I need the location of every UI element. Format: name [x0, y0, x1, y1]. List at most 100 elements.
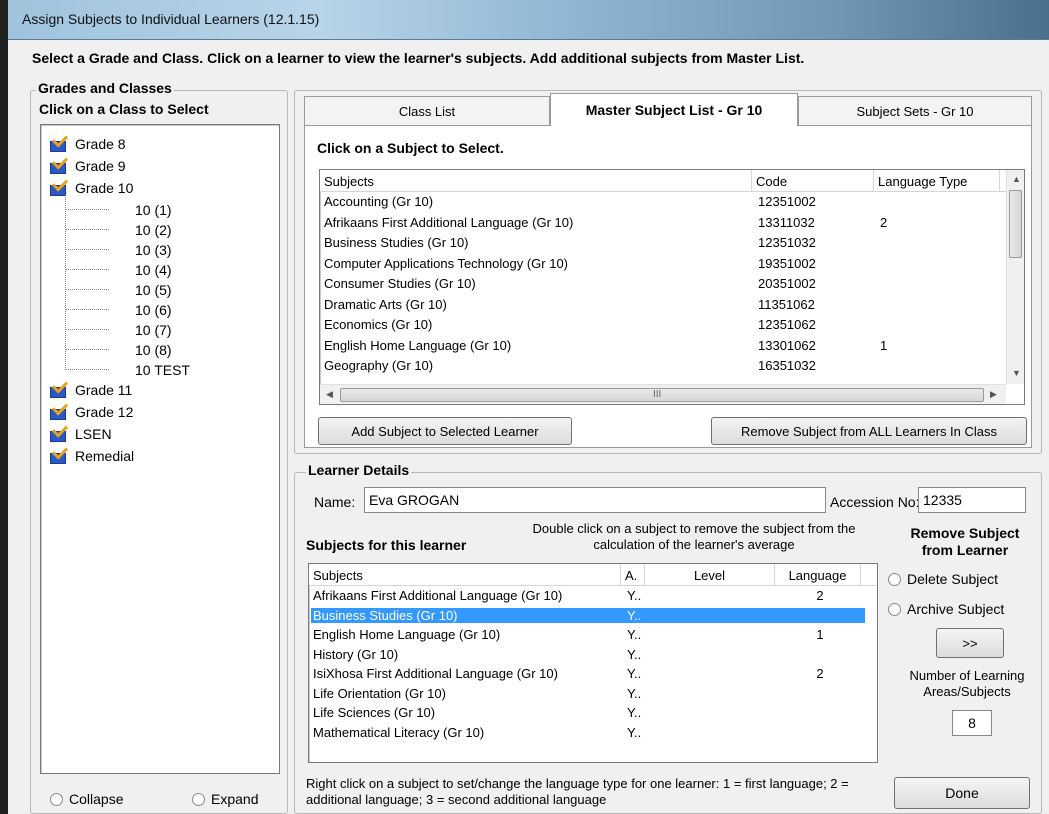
tree-item-10-4[interactable]: 10 (4): [41, 259, 172, 281]
learner-subject-row[interactable]: History (Gr 10) Y..: [311, 647, 865, 662]
vertical-scroll-thumb[interactable]: [1009, 190, 1022, 258]
master-subject-row[interactable]: Afrikaans First Additional Language (Gr …: [322, 215, 1002, 230]
tree-item-10-6[interactable]: 10 (6): [41, 299, 172, 321]
col-subjects[interactable]: Subjects: [320, 170, 752, 192]
tree-item-10-1[interactable]: 10 (1): [41, 199, 172, 221]
scroll-left-arrow[interactable]: ◀: [326, 389, 333, 400]
master-subject-row[interactable]: Computer Applications Technology (Gr 10)…: [322, 256, 1002, 271]
tree-item-grade-8[interactable]: Grade 8: [49, 131, 126, 155]
done-button[interactable]: Done: [894, 777, 1030, 809]
learner-subjects-listview[interactable]: Subjects A. Level Language Afrikaans Fir…: [308, 563, 878, 763]
expand-radio-circle[interactable]: [192, 792, 205, 806]
tab-subject-sets[interactable]: Subject Sets - Gr 10: [798, 96, 1032, 126]
learner-subject-row[interactable]: Mathematical Literacy (Gr 10) Y..: [311, 725, 865, 740]
language-footnote: Right click on a subject to set/change t…: [306, 776, 849, 807]
col-level[interactable]: Level: [645, 564, 775, 586]
expand-radio[interactable]: Expand: [192, 791, 258, 807]
tree-item-label: 10 (1): [135, 202, 172, 218]
master-subject-row[interactable]: Business Studies (Gr 10) 12351032: [322, 235, 1002, 250]
apply-remove-button[interactable]: >>: [936, 628, 1004, 658]
tree-item-remedial[interactable]: Remedial: [49, 443, 134, 467]
tree-item-grade-9[interactable]: Grade 9: [49, 153, 126, 177]
learner-subject-cell: Afrikaans First Additional Language (Gr …: [313, 588, 563, 603]
add-subject-button[interactable]: Add Subject to Selected Learner: [318, 417, 572, 445]
col-code[interactable]: Code: [752, 170, 874, 192]
learner-subject-row[interactable]: Life Orientation (Gr 10) Y..: [311, 686, 865, 701]
learner-subject-cell: Life Orientation (Gr 10): [313, 685, 446, 701]
language-cell: [777, 705, 863, 720]
learner-subject-row[interactable]: English Home Language (Gr 10) Y.. 1: [311, 627, 865, 642]
language-type-cell: [876, 235, 1002, 250]
tab-subject-sets-label: Subject Sets - Gr 10: [856, 104, 974, 119]
tree-item-10-7[interactable]: 10 (7): [41, 319, 172, 341]
col-language[interactable]: Language: [775, 564, 861, 586]
window-title: Assign Subjects to Individual Learners (…: [22, 11, 320, 27]
tree-item-10-5[interactable]: 10 (5): [41, 279, 172, 301]
col-level-label: Level: [693, 567, 726, 583]
master-subject-row[interactable]: Economics (Gr 10) 12351062: [322, 317, 1002, 332]
master-horizontal-scrollbar[interactable]: ◀ III ▶: [320, 384, 1006, 404]
scroll-up-arrow[interactable]: ▲: [1012, 174, 1021, 184]
class-checkbook-icon: [49, 443, 69, 465]
learner-name-field[interactable]: Eva GROGAN: [364, 487, 826, 513]
master-subject-row[interactable]: Consumer Studies (Gr 10) 20351002: [322, 276, 1002, 291]
tree-item-grade-10[interactable]: Grade 10: [49, 175, 133, 199]
col-language-type[interactable]: Language Type: [874, 170, 1000, 192]
master-subject-row[interactable]: Accounting (Gr 10) 12351002: [322, 194, 1002, 209]
master-vertical-scrollbar[interactable]: ▲ ▼: [1006, 170, 1024, 384]
class-checkbook-icon: [49, 153, 69, 175]
accession-label: Accession No:: [830, 494, 920, 510]
learner-subject-row[interactable]: Afrikaans First Additional Language (Gr …: [311, 588, 865, 603]
scroll-down-arrow[interactable]: ▼: [1012, 368, 1021, 378]
tree-item-lsen[interactable]: LSEN: [49, 421, 112, 445]
app-window: Assign Subjects to Individual Learners (…: [8, 0, 1049, 814]
learner-subject-row[interactable]: Life Sciences (Gr 10) Y..: [311, 705, 865, 720]
tree-item-label: Grade 12: [75, 404, 134, 420]
language-cell: [777, 686, 863, 701]
language-type-cell: [876, 256, 1002, 271]
tree-connector: [65, 362, 109, 370]
grades-legend: Grades and Classes: [36, 80, 174, 96]
learner-subject-row[interactable]: IsiXhosa First Additional Language (Gr 1…: [311, 666, 865, 681]
tree-item-10-test[interactable]: 10 TEST: [41, 359, 190, 381]
master-subject-listview[interactable]: Subjects Code Language Type Accounting (…: [319, 169, 1025, 405]
scroll-right-arrow[interactable]: ▶: [990, 389, 997, 400]
tab-master-subject-list[interactable]: Master Subject List - Gr 10: [550, 93, 798, 126]
master-subject-row[interactable]: Dramatic Arts (Gr 10) 11351062: [322, 297, 1002, 312]
learner-subject-row[interactable]: Business Studies (Gr 10) Y..: [311, 607, 865, 623]
delete-subject-radio[interactable]: Delete Subject: [888, 571, 998, 587]
tree-item-10-8[interactable]: 10 (8): [41, 339, 172, 361]
tree-connector: [65, 302, 109, 310]
delete-subject-radio-circle[interactable]: [888, 572, 901, 586]
learner-subject-cell: History (Gr 10): [313, 646, 399, 662]
tree-connector: [65, 262, 109, 270]
tree-connector: [65, 322, 109, 330]
learner-subject-cell: IsiXhosa First Additional Language (Gr 1…: [313, 666, 558, 681]
archive-subject-radio-circle[interactable]: [888, 602, 901, 616]
tab-class-list[interactable]: Class List: [304, 96, 550, 126]
grade-class-tree[interactable]: Grade 8 Grade 9 Grade 10 10 (1) 10 (2) 10 (3)…: [40, 124, 280, 774]
remove-subject-all-button[interactable]: Remove Subject from ALL Learners In Clas…: [711, 417, 1027, 445]
tree-item-10-2[interactable]: 10 (2): [41, 219, 172, 241]
tree-connector: [65, 342, 109, 350]
horizontal-scroll-thumb[interactable]: III: [340, 388, 984, 402]
archive-flag-cell: Y..: [627, 607, 642, 623]
tree-branch-line: [65, 195, 66, 370]
language-cell: 2: [816, 666, 824, 681]
tree-item-10-3[interactable]: 10 (3): [41, 239, 172, 261]
level-cell: [647, 608, 777, 623]
master-subject-row[interactable]: English Home Language (Gr 10) 13301062 1: [322, 338, 1002, 353]
tree-item-grade-11[interactable]: Grade 11: [49, 377, 132, 401]
remove-subject-heading: Remove Subject from Learner: [910, 525, 1020, 558]
collapse-radio-circle[interactable]: [50, 792, 63, 806]
col-a[interactable]: A.: [621, 564, 645, 586]
tree-item-grade-12[interactable]: Grade 12: [49, 399, 134, 423]
col-learner-subjects[interactable]: Subjects: [309, 564, 621, 586]
master-subject-row[interactable]: Geography (Gr 10) 16351032: [322, 358, 1002, 373]
tree-item-label: 10 TEST: [135, 362, 190, 378]
collapse-radio[interactable]: Collapse: [50, 791, 123, 807]
col-learner-subjects-label: Subjects: [313, 567, 363, 583]
tree-connector: [65, 242, 109, 250]
archive-subject-radio[interactable]: Archive Subject: [888, 601, 1004, 617]
accession-number-field[interactable]: 12335: [918, 487, 1026, 513]
